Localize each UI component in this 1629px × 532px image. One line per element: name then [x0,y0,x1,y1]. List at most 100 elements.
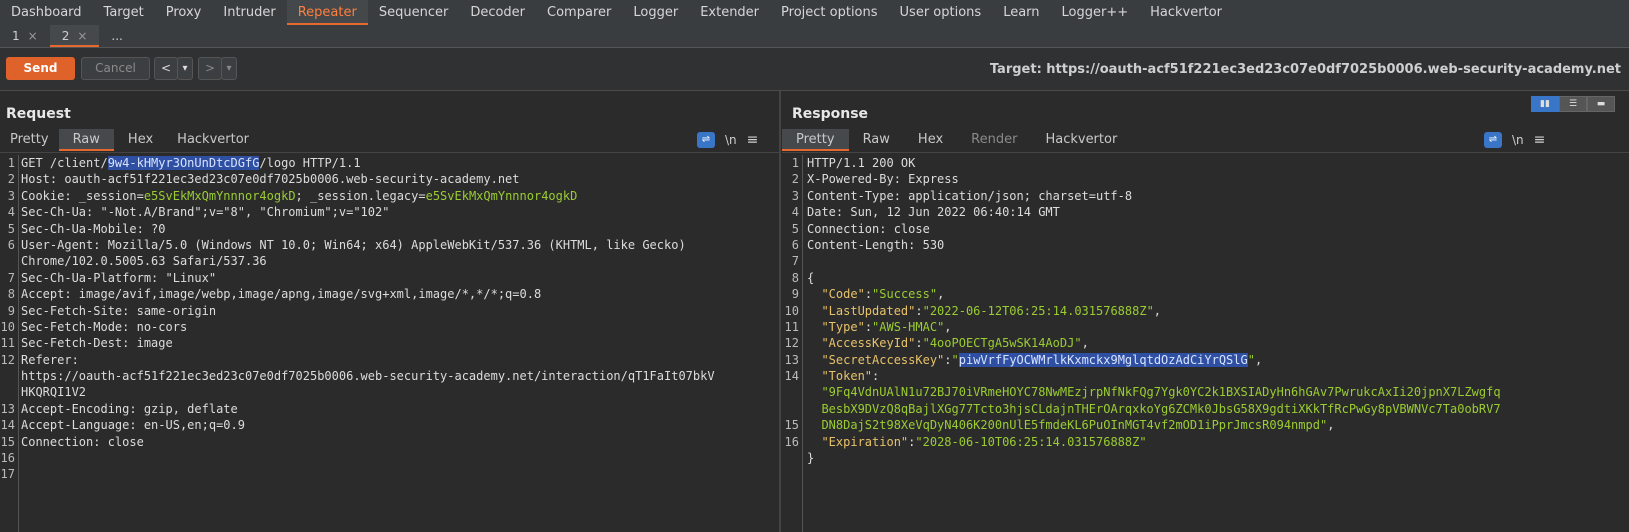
forward-button[interactable]: > [198,57,222,80]
json-access-key-id: "AccessKeyId":"4ooPOECTgA5wSK14AoDJ", [807,335,1625,351]
menu-tab-extender[interactable]: Extender [689,0,770,25]
menu-tab-project-options[interactable]: Project options [770,0,889,25]
line-number: 3 [7,188,15,203]
menu-icon[interactable]: ≡ [747,132,759,148]
back-history-dropdown[interactable]: ▾ [177,57,193,80]
target-url[interactable]: Target: https://oauth-acf51f221ec3ed23c0… [990,62,1621,77]
json-key: "Expiration" [821,434,909,449]
line-number: 10 [784,303,799,318]
json-key: "SecretAccessKey" [821,352,945,367]
wrap-lines-icon[interactable]: ⇌ [697,132,715,148]
menu-tab-logger[interactable]: Logger [622,0,689,25]
response-tab-hex[interactable]: Hex [904,129,957,151]
selected-client-id: 9w4-kHMyr3OnUnDtcDGfG [107,156,260,170]
repeater-toolbar: Send Cancel < ▾ > ▾ Target: https://oaut… [0,48,1629,91]
header-content-type: Content-Type: application/json; charset=… [807,188,1133,203]
layout-stacked-icon[interactable]: ☰ [1559,96,1587,112]
line-number: 4 [7,205,15,220]
json-quote: " [951,352,959,367]
response-tab-raw[interactable]: Raw [849,129,904,151]
request-line-numbers: 1 2 3 4 5 6 7 8 9 10 11 12 13 14 15 16 1… [0,155,19,532]
cancel-button[interactable]: Cancel [81,57,150,80]
header-accept-encoding: Accept-Encoding: gzip, deflate [21,401,238,416]
request-tab-pretty[interactable]: Pretty [0,129,59,151]
line-number: 8 [7,287,15,302]
line-number [0,253,18,269]
json-comma: , [1254,352,1263,367]
menu-tab-comparer[interactable]: Comparer [536,0,622,25]
response-title: Response [792,106,869,122]
response-editor[interactable]: 1 2 3 4 5 6 7 8 9 10 11 12 13 14 15 16 H… [782,152,1629,532]
line-number: 12 [784,336,799,351]
layout-tabs-icon[interactable]: ▬ [1587,96,1615,112]
layout-side-by-side-icon[interactable]: ▮▮ [1531,96,1559,112]
header-sec-fetch-dest: Sec-Fetch-Dest: image [21,336,173,351]
line-number [782,401,802,417]
line-number: 14 [784,369,799,384]
newline-icon[interactable]: \n [1512,133,1524,147]
line-number: 14 [0,418,15,433]
cookie-name: Cookie: _session= [21,188,144,203]
line-number: 6 [7,237,15,252]
line-number: 17 [0,467,15,482]
request-tab-hex[interactable]: Hex [114,129,167,151]
send-button[interactable]: Send [6,57,75,80]
request-code: GET /client/9w4-kHMyr3OnUnDtcDGfG/logo H… [21,155,775,450]
response-tab-pretty[interactable]: Pretty [782,129,849,151]
header-sec-ch-ua-platform: Sec-Ch-Ua-Platform: "Linux" [21,270,217,285]
json-token-value: BesbX9DVzQ8qBajlXGg77Tcto3hjsCLdajnTHErO… [807,401,1625,417]
request-editor[interactable]: 1 2 3 4 5 6 7 8 9 10 11 12 13 14 15 16 1… [0,152,779,532]
menu-tab-intruder[interactable]: Intruder [212,0,286,25]
forward-history-dropdown[interactable]: ▾ [221,57,237,80]
header-user-agent-cont: Chrome/102.0.5005.63 Safari/537.36 [21,254,267,269]
menu-tab-decoder[interactable]: Decoder [459,0,536,25]
json-token: "Token": [807,368,1625,384]
json-comma: , [944,319,952,334]
menu-tab-proxy[interactable]: Proxy [155,0,213,25]
header-referer-cont: HKQRQI1V2 [21,385,87,400]
json-colon: : [864,287,873,302]
close-icon[interactable]: × [28,29,38,43]
line-number: 13 [784,352,799,367]
main-menu-bar: Dashboard Target Proxy Intruder Repeater… [0,0,1629,26]
json-comma: , [1081,336,1089,351]
menu-tab-dashboard[interactable]: Dashboard [0,0,93,25]
json-comma: , [937,287,945,302]
response-code: HTTP/1.1 200 OK X-Powered-By: Express Co… [807,155,1625,466]
request-tab-hackvertor[interactable]: Hackvertor [167,129,259,151]
line-number: 9 [7,303,15,318]
request-line-text: /logo HTTP/1.1 [259,156,361,170]
menu-icon[interactable]: ≡ [1534,132,1546,148]
line-number: 15 [784,418,799,433]
request-line: GET /client/9w4-kHMyr3OnUnDtcDGfG/logo H… [21,155,775,171]
request-view-tabs: Pretty Raw Hex Hackvertor [0,129,259,151]
response-tab-render[interactable]: Render [957,129,1031,151]
line-number: 6 [791,237,799,252]
line-number: 10 [0,319,15,334]
repeater-tab-new[interactable]: ... [99,25,134,47]
repeater-tab-1[interactable]: 1 × [0,25,50,47]
back-button[interactable]: < [154,57,178,80]
menu-tab-sequencer[interactable]: Sequencer [368,0,459,25]
menu-tab-user-options[interactable]: User options [889,0,993,25]
request-tab-raw[interactable]: Raw [58,129,114,151]
line-number: 4 [791,205,799,220]
wrap-lines-icon[interactable]: ⇌ [1484,132,1502,148]
menu-tab-target[interactable]: Target [93,0,155,25]
menu-tab-repeater[interactable]: Repeater [286,0,368,25]
line-number: 2 [791,172,799,187]
json-colon: : [915,336,923,351]
line-number: 1 [7,156,15,170]
close-icon[interactable]: × [77,29,87,43]
line-number: 9 [791,287,799,302]
json-key: "Code" [821,287,865,302]
menu-tab-logger-plus-plus[interactable]: Logger++ [1051,0,1140,25]
response-tab-hackvertor[interactable]: Hackvertor [1031,129,1131,151]
menu-tab-learn[interactable]: Learn [992,0,1050,25]
repeater-tab-2[interactable]: 2 × [49,25,100,47]
newline-icon[interactable]: \n [725,133,737,147]
menu-tab-hackvertor[interactable]: Hackvertor [1139,0,1233,25]
response-editor-options: ⇌ \n ≡ [1484,129,1545,151]
header-date: Date: Sun, 12 Jun 2022 06:40:14 GMT [807,205,1060,220]
